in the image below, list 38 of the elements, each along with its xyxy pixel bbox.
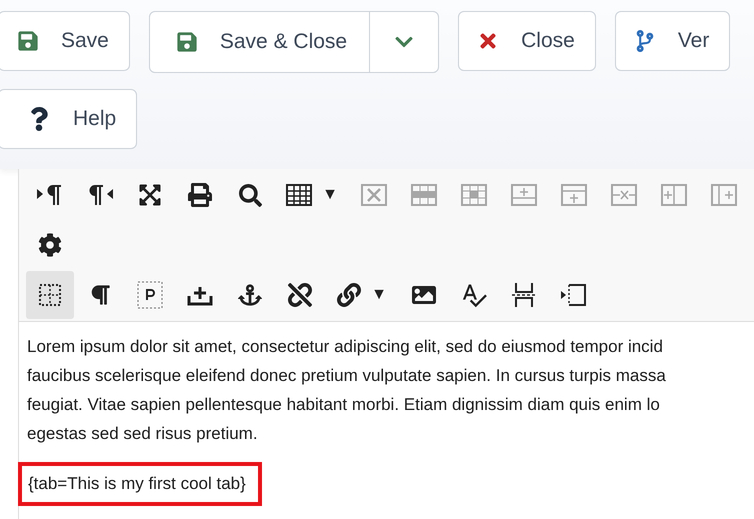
broken-link-icon [288, 283, 312, 307]
table-plus-icon [711, 184, 737, 206]
versions-button[interactable]: Ver [614, 11, 730, 71]
help-button[interactable]: Help [0, 89, 138, 149]
anchor-icon [238, 283, 262, 307]
toolbar-menu-button[interactable]: ▼ [276, 171, 348, 219]
save-button[interactable]: Save [0, 11, 130, 71]
paragraph-line: faucibus scelerisque eleifend donec pretium vulputate sapien. In cursus turpis massa [27, 365, 667, 387]
link-icon [337, 283, 362, 307]
paragraph-line: egestas sed sed risus pretium. [27, 423, 259, 445]
table-plus-icon [511, 184, 537, 206]
paragraph-line: Lorem ipsum dolor sit amet, consectetur adipiscing elit, sed do eiusmod tempor incid [27, 336, 664, 358]
printer-icon [188, 183, 212, 207]
tray-plus-icon [187, 284, 213, 306]
toolbar-button[interactable] [26, 271, 74, 319]
image-icon [412, 283, 436, 307]
pilcrow-right-arrow-icon [87, 183, 113, 207]
table-cross-icon [611, 184, 637, 206]
search-icon [238, 184, 262, 206]
dashed-grid-icon [38, 283, 62, 307]
table-row-icon [411, 184, 437, 206]
highlighted-text: {tab=This is my first cool tab} [18, 462, 262, 506]
table-plus-icon [661, 184, 687, 206]
table-plus-icon [561, 184, 587, 206]
fullscreen-icon [138, 183, 162, 207]
settings-icon [38, 233, 62, 257]
close-button[interactable]: Close [458, 11, 596, 71]
toolbar-menu-button[interactable]: ▼ [326, 271, 398, 319]
pilcrow-icon [89, 284, 111, 306]
dashed-box-icon [137, 281, 163, 309]
table-cross-icon [361, 184, 387, 206]
table-cell-icon [461, 184, 487, 206]
paragraph-line: feugiat. Vitae sapien pellentesque habitant morbi. Etiam dignissim diam quis enim lo [27, 394, 661, 416]
insert-column-icon [561, 283, 587, 307]
table-grid-icon [286, 184, 312, 206]
save-close-button[interactable]: Save & Close [150, 12, 370, 72]
pilcrow-left-arrow-icon [37, 183, 63, 207]
page-break-icon [512, 282, 536, 308]
